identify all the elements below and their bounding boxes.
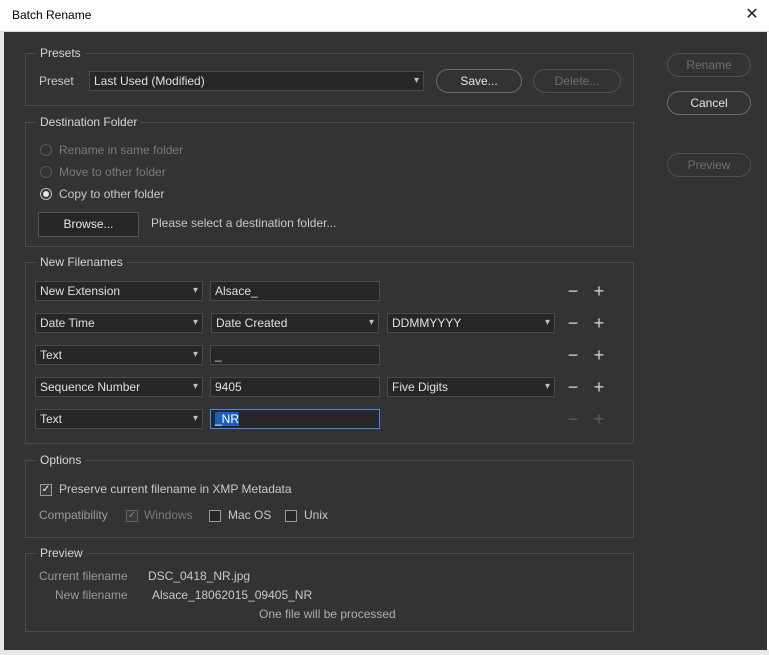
row-type-value: Text xyxy=(40,348,63,362)
radio-copy-other-folder[interactable] xyxy=(40,188,52,200)
chevron-down-icon: ▾ xyxy=(192,285,198,296)
copy-other-folder-label: Copy to other folder xyxy=(59,187,165,201)
add-row-icon[interactable]: + xyxy=(591,282,607,300)
preview-button[interactable]: Preview xyxy=(667,153,751,177)
macos-label: Mac OS xyxy=(228,508,272,522)
destination-legend: Destination Folder xyxy=(40,115,138,129)
preset-select[interactable]: Last Used (Modified) ▾ xyxy=(89,71,424,91)
compatibility-label: Compatibility xyxy=(39,508,108,522)
row-type-value: Sequence Number xyxy=(40,380,141,394)
row-date-format-value: DDMMYYYY xyxy=(392,316,462,330)
row-digits-select[interactable]: Five Digits ▾ xyxy=(387,377,555,397)
windows-checkbox[interactable]: ✓ xyxy=(126,510,138,522)
remove-row-icon[interactable]: − xyxy=(565,346,581,364)
row-date-source-select[interactable]: Date Created ▾ xyxy=(211,313,379,333)
unix-label: Unix xyxy=(304,508,329,522)
preset-label: Preset xyxy=(39,74,74,88)
move-other-folder-label: Move to other folder xyxy=(59,165,166,179)
chevron-down-icon: ▾ xyxy=(544,381,550,392)
add-row-icon[interactable]: + xyxy=(591,346,607,364)
row-date-format-select[interactable]: DDMMYYYY ▾ xyxy=(387,313,555,333)
preview-legend: Preview xyxy=(40,546,83,560)
row-type-select[interactable]: New Extension ▾ xyxy=(35,281,203,301)
chevron-down-icon: ▾ xyxy=(368,317,374,328)
browse-button[interactable]: Browse... xyxy=(38,212,139,237)
files-processed-text: One file will be processed xyxy=(259,607,396,621)
save-preset-button[interactable]: Save... xyxy=(436,69,522,93)
windows-label: Windows xyxy=(144,508,193,522)
row-digits-value: Five Digits xyxy=(392,380,449,394)
row-text-input-focused[interactable]: _NR xyxy=(210,409,380,429)
current-filename-label: Current filename xyxy=(39,569,128,583)
row-text-input[interactable]: _ xyxy=(210,345,380,365)
row-date-source-value: Date Created xyxy=(216,316,288,330)
chevron-down-icon: ▾ xyxy=(192,317,198,328)
row-type-value: Date Time xyxy=(40,316,95,330)
title-bar: Batch Rename ✕ xyxy=(0,0,769,32)
row-type-value: New Extension xyxy=(40,284,121,298)
delete-preset-button[interactable]: Delete... xyxy=(533,69,621,93)
chevron-down-icon: ▾ xyxy=(544,317,550,328)
window-edge-bottom xyxy=(0,650,769,655)
remove-row-icon[interactable]: − xyxy=(565,314,581,332)
selected-text: _NR xyxy=(215,412,240,426)
add-row-icon[interactable]: + xyxy=(591,378,607,396)
preserve-filename-label: Preserve current filename in XMP Metadat… xyxy=(59,482,292,496)
row-type-value: Text xyxy=(40,412,63,426)
chevron-down-icon: ▾ xyxy=(192,381,198,392)
new-filename-value: Alsace_18062015_09405_NR xyxy=(152,588,313,602)
new-filenames-legend: New Filenames xyxy=(40,255,123,269)
radio-move-other-folder[interactable] xyxy=(40,166,52,178)
remove-row-icon[interactable]: − xyxy=(565,378,581,396)
row-type-select[interactable]: Text ▾ xyxy=(35,409,203,429)
remove-row-icon[interactable]: − xyxy=(565,282,581,300)
close-icon[interactable]: ✕ xyxy=(741,4,763,26)
cancel-button[interactable]: Cancel xyxy=(667,91,751,115)
new-filename-label: New filename xyxy=(55,588,128,602)
window-title: Batch Rename xyxy=(12,8,92,22)
row-type-select[interactable]: Text ▾ xyxy=(35,345,203,365)
preserve-filename-checkbox[interactable]: ✓ xyxy=(40,484,52,496)
radio-rename-same-folder[interactable] xyxy=(40,144,52,156)
row-type-select[interactable]: Sequence Number ▾ xyxy=(35,377,203,397)
destination-hint: Please select a destination folder... xyxy=(151,216,337,230)
preset-value: Last Used (Modified) xyxy=(94,74,205,88)
add-row-icon[interactable]: + xyxy=(591,410,607,428)
chevron-down-icon: ▾ xyxy=(192,349,198,360)
macos-checkbox[interactable] xyxy=(209,510,221,522)
presets-legend: Presets xyxy=(40,46,81,60)
rename-same-folder-label: Rename in same folder xyxy=(59,143,184,157)
chevron-down-icon: ▾ xyxy=(413,75,419,86)
row-type-select[interactable]: Date Time ▾ xyxy=(35,313,203,333)
current-filename-value: DSC_0418_NR.jpg xyxy=(148,569,251,583)
row-sequence-input[interactable]: 9405 xyxy=(210,377,380,397)
row-text-input[interactable]: Alsace_ xyxy=(210,281,380,301)
options-legend: Options xyxy=(40,453,82,467)
rename-button[interactable]: Rename xyxy=(667,53,751,77)
chevron-down-icon: ▾ xyxy=(192,413,198,424)
unix-checkbox[interactable] xyxy=(285,510,297,522)
add-row-icon[interactable]: + xyxy=(591,314,607,332)
remove-row-icon[interactable]: − xyxy=(565,410,581,428)
